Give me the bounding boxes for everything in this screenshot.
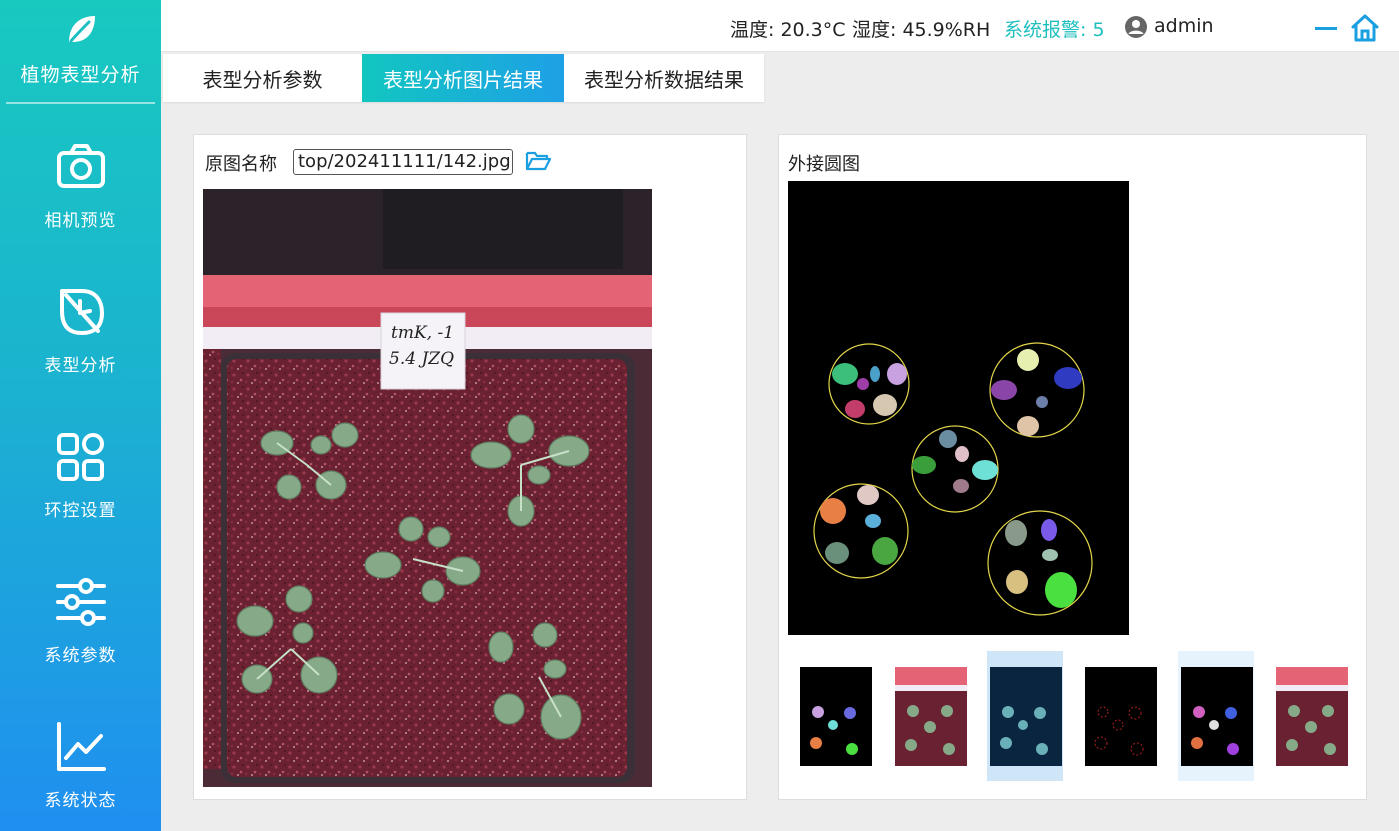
- username[interactable]: admin: [1154, 15, 1214, 37]
- line-chart-icon: [56, 722, 106, 771]
- thumbnail-image: [895, 667, 967, 766]
- sidebar-item-phenotype-analysis[interactable]: 表型分析: [0, 285, 161, 405]
- brand: 植物表型分析: [6, 0, 155, 104]
- original-plant-photo: tmK, -1 5.4 JZQ: [203, 189, 652, 787]
- sidebar: 植物表型分析 相机预览 表型分析 环控设置 系统参数 系统状态: [0, 0, 161, 831]
- thumbnail-image: [1085, 667, 1157, 766]
- camera-icon: [56, 144, 105, 188]
- analysis-tabs: 表型分析参数 表型分析图片结果 表型分析数据结果: [163, 54, 764, 102]
- sidebar-item-label: 表型分析: [44, 356, 117, 376]
- leaf-icon: [68, 16, 95, 43]
- sidebar-item-label: 环控设置: [44, 501, 117, 521]
- sidebar-item-system-status[interactable]: 系统状态: [0, 720, 161, 831]
- folder-open-icon[interactable]: [525, 149, 551, 173]
- circumscribed-circle-panel: 外接圆图: [778, 134, 1367, 800]
- thumbnail-segmentation-alt[interactable]: [1178, 651, 1254, 781]
- original-image-label: 原图名称: [205, 154, 277, 175]
- sidebar-item-system-params[interactable]: 系统参数: [0, 575, 161, 695]
- thumbnail-overlay[interactable]: [987, 651, 1063, 781]
- original-image-panel: 原图名称 top/202411111/142.jpg tmK, -1 5.4 J…: [193, 134, 747, 800]
- thumbnail-image: [800, 667, 872, 766]
- thumbnail-image: [1181, 667, 1253, 766]
- sidebar-item-environment-control[interactable]: 环控设置: [0, 430, 161, 550]
- sidebar-item-label: 系统参数: [44, 646, 117, 666]
- tab-image-results[interactable]: 表型分析图片结果: [362, 54, 564, 102]
- sidebar-item-camera-preview[interactable]: 相机预览: [0, 140, 161, 260]
- thumbnail-original[interactable]: [892, 651, 968, 781]
- user-avatar-icon: [1125, 16, 1147, 38]
- leaf-outline-icon: [59, 289, 104, 335]
- circumscribed-circle-label: 外接圆图: [788, 154, 860, 175]
- segmentation-circles: [788, 181, 1129, 635]
- thumbnail-image: [990, 667, 1062, 766]
- minimize-button[interactable]: [1315, 27, 1337, 30]
- sidebar-item-label: 相机预览: [44, 211, 117, 231]
- thumbnail-strip: [779, 651, 1368, 783]
- thumbnail-image: [1276, 667, 1348, 766]
- tab-analysis-params[interactable]: 表型分析参数: [163, 54, 362, 102]
- temperature-readout: 温度: 20.3°C: [730, 19, 846, 41]
- tab-data-results[interactable]: 表型分析数据结果: [564, 54, 764, 102]
- plant-tag-line-1: tmK, -1: [391, 323, 454, 343]
- system-alarm-link[interactable]: 系统报警: 5: [1004, 15, 1105, 42]
- original-image-filename-field[interactable]: top/202411111/142.jpg: [293, 149, 513, 175]
- circumscribed-circle-image: [788, 181, 1129, 635]
- thumbnail-segmentation[interactable]: [797, 651, 873, 781]
- plant-tray-image: tmK, -1 5.4 JZQ: [203, 189, 652, 787]
- grid-apps-icon: [56, 433, 104, 481]
- sidebar-item-label: 系统状态: [44, 791, 117, 811]
- humidity-readout: 湿度: 45.9%RH: [852, 19, 991, 41]
- sliders-icon: [55, 578, 106, 626]
- thumbnail-red-points[interactable]: [1082, 651, 1158, 781]
- home-icon[interactable]: [1350, 13, 1380, 43]
- thumbnail-original-alt[interactable]: [1273, 651, 1349, 781]
- app-title: 植物表型分析: [20, 64, 141, 86]
- plant-tag-line-2: 5.4 JZQ: [389, 349, 454, 369]
- top-status-bar: 温度: 20.3°C 湿度: 45.9%RH 系统报警: 5 admin: [161, 0, 1399, 52]
